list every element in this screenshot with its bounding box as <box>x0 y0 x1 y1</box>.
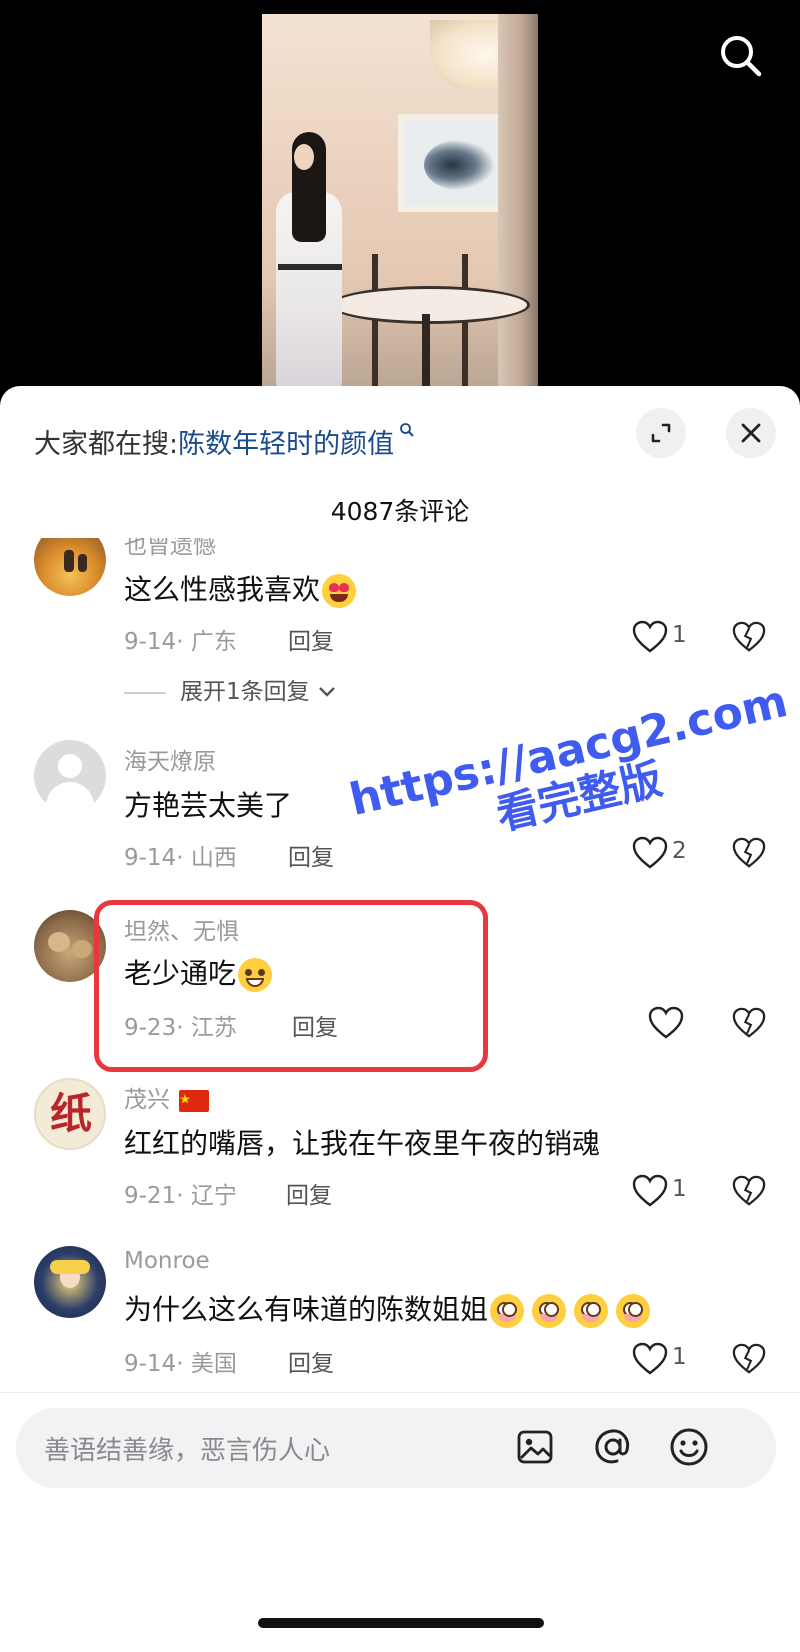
like-button[interactable]: 1 <box>632 1342 702 1376</box>
comment-text: 红红的嘴唇，让我在午夜里午夜的销魂 <box>124 1127 601 1160</box>
avatar[interactable] <box>34 740 106 812</box>
divider <box>0 1392 800 1393</box>
broken-heart-icon[interactable] <box>732 1006 766 1040</box>
heart-icon <box>632 1342 668 1375</box>
heart-eyes-emoji <box>322 574 357 608</box>
comment-meta: 9-14· 美国 <box>124 1351 237 1377</box>
expand-icon[interactable] <box>636 408 686 458</box>
reply-button[interactable]: 回复 <box>288 1344 334 1378</box>
broken-heart-icon[interactable] <box>732 620 766 654</box>
like-count: 1 <box>672 622 687 648</box>
broken-heart-icon[interactable] <box>732 1174 766 1208</box>
comment-count: 4087条评论 <box>330 497 470 526</box>
hot-search-term[interactable]: 陈数年轻时的颜值 <box>178 429 394 460</box>
emoji-icon[interactable] <box>666 1424 712 1470</box>
hot-search-bar[interactable]: 大家都在搜:陈数年轻时的颜值 <box>34 422 415 461</box>
goofy-emoji <box>532 1294 567 1328</box>
heart-icon <box>632 620 668 653</box>
comment-meta: 9-14· 广东 <box>124 629 237 655</box>
video-player[interactable] <box>0 0 800 400</box>
like-button[interactable]: 1 <box>632 1174 702 1208</box>
highlight-box <box>94 900 488 1072</box>
username[interactable]: 海天燎原 <box>124 742 216 776</box>
broken-heart-icon[interactable] <box>732 1342 766 1376</box>
goofy-emoji <box>574 1294 609 1328</box>
broken-heart-icon[interactable] <box>732 836 766 870</box>
like-count: 1 <box>672 1344 687 1370</box>
comment-text: 方艳芸太美了 <box>124 789 293 822</box>
username[interactable]: Monroe <box>124 1248 210 1274</box>
close-icon[interactable] <box>726 408 776 458</box>
like-button[interactable]: 2 <box>632 836 702 870</box>
like-count: 1 <box>672 1176 687 1202</box>
avatar[interactable] <box>34 538 106 596</box>
video-frame[interactable] <box>262 14 538 390</box>
home-indicator[interactable] <box>258 1618 544 1628</box>
comment-input[interactable]: 善语结善缘，恶言伤人心 <box>16 1408 776 1488</box>
comment-meta: 9-14· 山西 <box>124 845 237 871</box>
search-mini-icon <box>394 423 415 442</box>
heart-icon <box>632 1174 668 1207</box>
comment-text: 这么性感我喜欢 <box>124 568 357 608</box>
comment-text: 为什么这么有味道的陈数姐姐 <box>124 1288 651 1328</box>
comment-list: 也曾遗憾 这么性感我喜欢 9-14· 广东 回复 1 展开1条回复 海天燎原 方… <box>0 538 800 1454</box>
watermark: https://aacg2.com 看完整版 <box>330 676 800 872</box>
reply-button[interactable]: 回复 <box>288 622 334 656</box>
china-flag-icon <box>179 1089 210 1112</box>
hot-search-prefix: 大家都在搜: <box>34 429 179 460</box>
chevron-down-icon <box>319 687 335 697</box>
heart-icon <box>632 836 668 869</box>
username[interactable]: 茂兴 <box>124 1080 210 1114</box>
like-count: 2 <box>672 838 687 864</box>
goofy-emoji <box>616 1294 651 1328</box>
heart-icon <box>648 1006 684 1039</box>
like-button[interactable] <box>648 1006 718 1040</box>
round-table <box>330 286 530 324</box>
door-frame <box>498 14 538 390</box>
reply-button[interactable]: 回复 <box>288 838 334 872</box>
woman-figure <box>266 132 352 390</box>
like-button[interactable]: 1 <box>632 620 702 654</box>
comment-meta: 9-21· 辽宁 <box>124 1183 237 1209</box>
search-icon[interactable] <box>715 30 767 82</box>
reply-button[interactable]: 回复 <box>286 1176 332 1210</box>
username[interactable]: 也曾遗憾 <box>124 538 216 560</box>
mention-icon[interactable] <box>590 1424 636 1470</box>
comment-panel: 大家都在搜:陈数年轻时的颜值 4087条评论 也曾遗憾 这么性感我喜欢 9-14… <box>0 386 800 1652</box>
image-icon[interactable] <box>512 1424 558 1470</box>
comment-input-placeholder: 善语结善缘，恶言伤人心 <box>44 1436 331 1466</box>
avatar[interactable] <box>34 1246 106 1318</box>
goofy-emoji <box>490 1294 525 1328</box>
expand-replies-button[interactable]: 展开1条回复 <box>124 672 337 706</box>
avatar[interactable]: 纸 <box>34 1078 106 1150</box>
